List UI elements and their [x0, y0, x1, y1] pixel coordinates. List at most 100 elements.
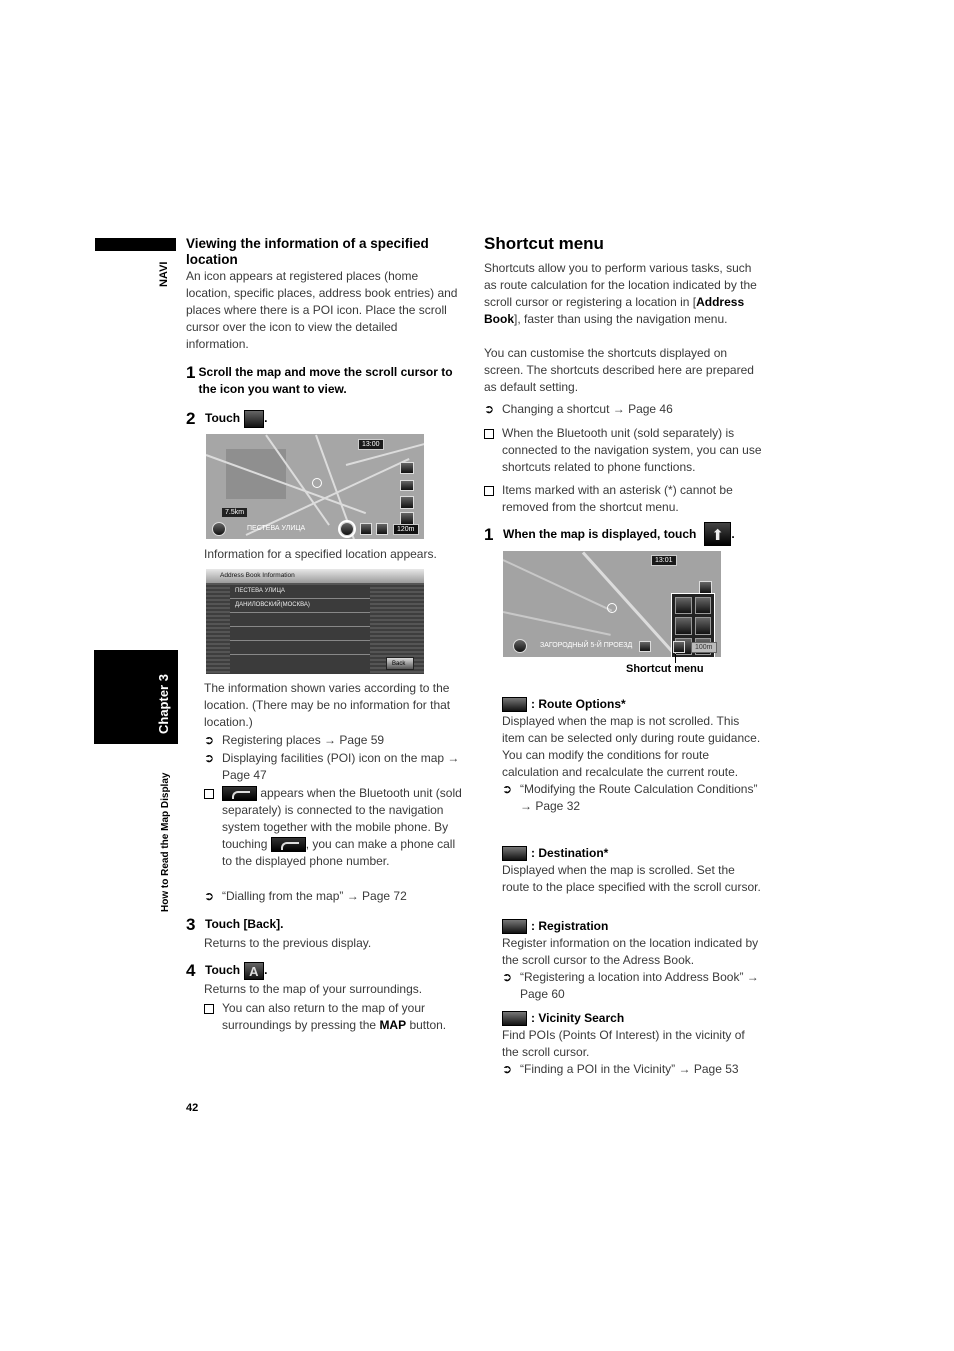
step-text: Touch: [205, 411, 241, 425]
left-step-4: 4 Touch .: [186, 962, 267, 980]
arrow-ref-icon: ➲: [484, 402, 495, 416]
shortcut-intro-2: You can customise the shortcuts displaye…: [484, 346, 754, 394]
phone-icon: [270, 837, 306, 853]
item-route-options: : Route Options* Displayed when the map …: [502, 696, 764, 815]
map-screen-shortcut: 13:01 100m ЗАГОРОДНЫЙ 5-Й ПРОЕЗД: [503, 551, 721, 657]
chapter-label: Chapter 3: [156, 674, 171, 734]
left-intro: An icon appears at registered places (ho…: [186, 269, 458, 351]
left-step-3: 3 Touch [Back].: [186, 916, 283, 933]
ref-finding-poi[interactable]: ➲ “Finding a POI in the Vicinity” → Page …: [502, 1061, 764, 1078]
address-book-row: [230, 627, 370, 641]
map-clock: 13:01: [651, 555, 677, 566]
destination-icon: [502, 846, 527, 861]
page-number: 42: [186, 1102, 199, 1114]
registration-icon: [502, 919, 527, 934]
step-4-desc: Returns to the map of your surroundings.: [204, 982, 423, 996]
arrow-ref-icon: ➲: [204, 889, 215, 903]
address-book-list: ПЕСТЕВА УЛИЦА ДАНИЛОВСКИЙ(МОСКВА): [230, 585, 370, 674]
arrow-ref-icon: ➲: [502, 970, 513, 984]
ref-registering-places[interactable]: ➲ Registering places → Page 59: [204, 732, 466, 749]
current-street: ЗАГОРОДНЫЙ 5-Й ПРОЕЗД: [540, 642, 633, 649]
map-scale: 100m: [691, 642, 717, 653]
item-destination: : Destination* Displayed when the map is…: [502, 846, 761, 894]
map-screen-info: 13:00 7.5km ПЕСТЕВА УЛИЦА 120m: [206, 434, 424, 539]
right-step-1: 1 When the map is displayed, touch .: [484, 522, 735, 546]
ref-changing-shortcut[interactable]: ➲ Changing a shortcut → Page 46: [484, 401, 762, 418]
step-3-desc: Returns to the previous display.: [204, 936, 372, 950]
navi-label: NAVI: [158, 261, 170, 287]
scroll-cursor: [607, 603, 617, 613]
address-book-screen: Address Book Information ПЕСТЕВА УЛИЦА Д…: [206, 569, 424, 674]
route-options-icon: [502, 697, 527, 712]
note-asterisk: Items marked with an asterisk (*) cannot…: [484, 482, 762, 516]
shortcut-info-list[interactable]: [675, 617, 692, 635]
item-registration: : Registration Register information on t…: [502, 918, 764, 1003]
shortcut-icon: [704, 522, 732, 546]
map-scale: 120m: [393, 524, 419, 535]
map-clock: 13:00: [358, 439, 384, 450]
address-book-row: ДАНИЛОВСКИЙ(МОСКВА): [230, 599, 370, 613]
step-text: Touch: [205, 963, 241, 977]
shortcut-intro-1: Shortcuts allow you to perform various t…: [484, 261, 757, 326]
current-street: ПЕСТЕВА УЛИЦА: [247, 525, 306, 532]
zoom-out-button[interactable]: [400, 496, 414, 509]
step-number: 1: [186, 363, 196, 382]
step-number: 2: [186, 409, 196, 428]
address-book-row: ПЕСТЕВА УЛИЦА: [230, 585, 370, 599]
ref-dialling-from-map[interactable]: ➲ “Dialling from the map” → Page 72: [204, 888, 466, 905]
shortcut-button[interactable]: [376, 523, 388, 535]
address-book-row: [230, 641, 370, 655]
note-bluetooth: When the Bluetooth unit (sold separately…: [484, 425, 762, 476]
step-text: Touch [Back].: [205, 917, 284, 931]
note-map-button: You can also return to the map of your s…: [204, 1000, 466, 1034]
shortcut-info[interactable]: [694, 597, 711, 615]
left-step-1: 1 Scroll the map and move the scroll cur…: [186, 364, 466, 398]
phone-icon: [222, 786, 257, 802]
back-button[interactable]: Back: [386, 657, 414, 670]
arrow-ref-icon: ➲: [502, 1062, 513, 1076]
menu-button[interactable]: [513, 639, 527, 653]
current-position-button[interactable]: [400, 462, 414, 474]
distance-badge: 7.5km: [222, 508, 248, 517]
ref-registering-location[interactable]: ➲ “Registering a location into Address Bo…: [502, 969, 764, 1003]
menu-button[interactable]: [212, 522, 226, 536]
shortcut-vicinity-search[interactable]: [694, 617, 711, 635]
step-number: 3: [186, 915, 196, 934]
note-phone: appears when the Bluetooth unit (sold se…: [204, 785, 466, 870]
step-text: Scroll the map and move the scroll curso…: [198, 365, 453, 396]
step-number: 1: [484, 525, 494, 544]
map-caption-shortcut-menu: Shortcut menu: [626, 663, 704, 675]
current-position-icon: [244, 962, 265, 980]
vicinity-search-icon: [502, 1011, 527, 1026]
info-varies-text: The information shown varies according t…: [204, 681, 451, 729]
close-shortcut-button[interactable]: [673, 641, 685, 653]
arrow-ref-icon: ➲: [502, 782, 513, 796]
caption-info-appears: Information for a specified location app…: [204, 547, 437, 561]
shortcut-menu-title: Shortcut menu: [484, 234, 604, 253]
note-box-icon: [484, 482, 502, 516]
section-label: How to Read the Map Display: [160, 772, 171, 912]
address-book-row: [230, 613, 370, 627]
scroll-cursor: [312, 478, 322, 488]
left-section-title: Viewing the information of a specified l…: [186, 236, 429, 267]
shortcut-phone[interactable]: [675, 597, 692, 615]
ref-route-conditions[interactable]: ➲ “Modifying the Route Calculation Condit…: [502, 781, 764, 815]
volume-button[interactable]: [360, 523, 372, 535]
info-icon: [244, 410, 265, 428]
address-book-title: Address Book Information: [206, 569, 424, 583]
navi-tab-bar: [95, 238, 176, 251]
shortcut-menu-pointer: [675, 654, 676, 663]
note-box-icon: [204, 1000, 222, 1034]
map-view-button[interactable]: [400, 480, 414, 491]
step-number: 4: [186, 961, 196, 980]
arrow-ref-icon: ➲: [204, 733, 215, 747]
left-step-2: 2 Touch .: [186, 409, 268, 428]
info-button[interactable]: [340, 522, 354, 536]
note-box-icon: [204, 785, 222, 870]
note-box-icon: [484, 425, 502, 476]
chapter-tab: Chapter 3: [94, 650, 178, 744]
street-arrow-button[interactable]: [639, 641, 651, 652]
item-vicinity-search: : Vicinity Search Find POIs (Points Of I…: [502, 1010, 764, 1078]
ref-displaying-facilities[interactable]: ➲ Displaying facilities (POI) icon on th…: [204, 750, 466, 784]
step-text: When the map is displayed, touch: [503, 527, 697, 541]
